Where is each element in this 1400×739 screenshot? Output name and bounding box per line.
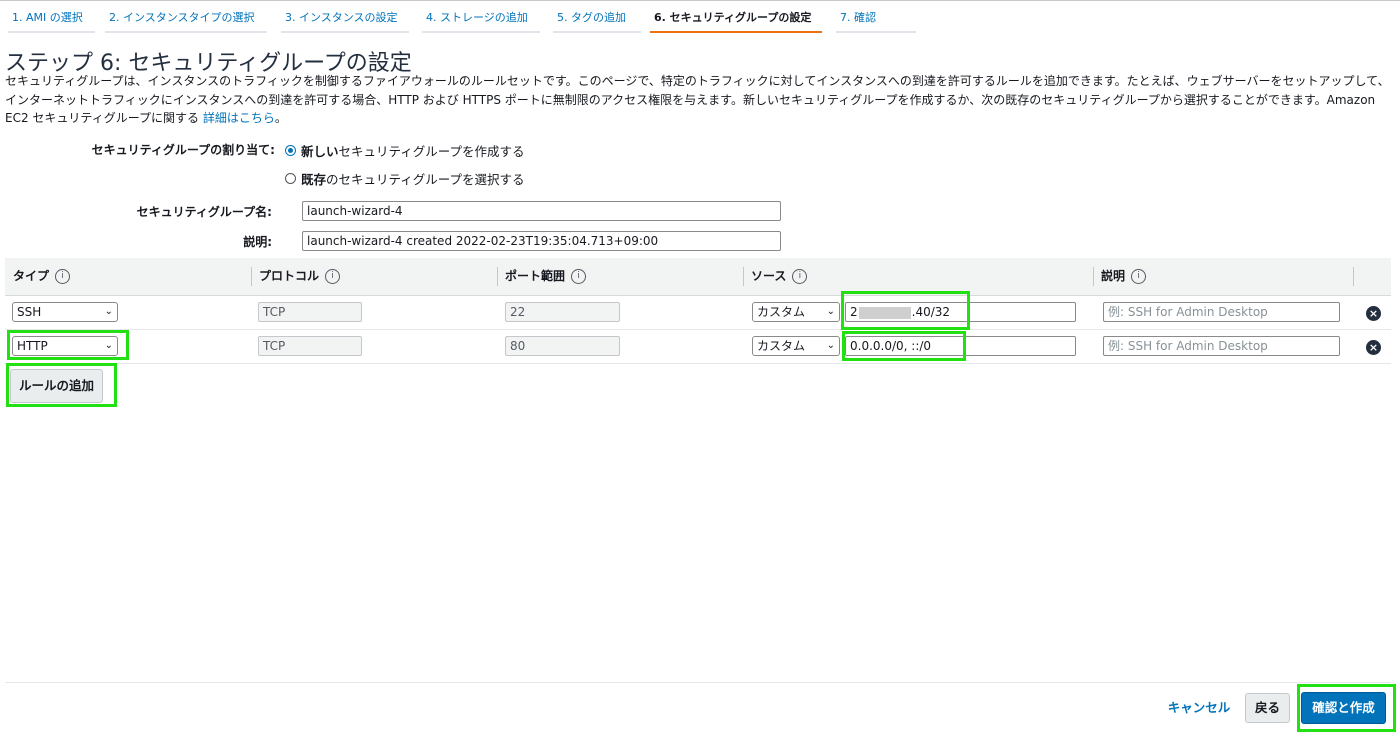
group-desc-label: 説明:: [243, 235, 272, 249]
source-suffix: .40/32: [911, 305, 951, 319]
type-select[interactable]: SSH ⌄: [12, 302, 118, 322]
type-select[interactable]: HTTP ⌄: [12, 336, 118, 356]
option-new-rest: セキュリティグループを作成する: [338, 144, 525, 159]
tab-instance-type[interactable]: 2. インスタンスタイプの選択: [105, 5, 267, 33]
table-row: SSH ⌄ TCP 22 カスタム ⌄ 2 .40/32 例: SSH for Adm…: [5, 296, 1391, 330]
column-divider: [251, 267, 252, 286]
header-type-label: タイプ: [13, 269, 50, 283]
chevron-down-icon: ⌄: [104, 340, 113, 351]
tab-ami[interactable]: 1. AMI の選択: [8, 5, 95, 33]
info-icon[interactable]: i: [792, 269, 808, 284]
back-button[interactable]: 戻る: [1245, 693, 1290, 723]
header-protocol-label: プロトコル: [259, 269, 320, 283]
chevron-down-icon: ⌄: [104, 306, 113, 317]
source-cidr-input[interactable]: 0.0.0.0/0, ::/0: [845, 336, 1076, 356]
option-new-group[interactable]: 新しい セキュリティグループを作成する: [285, 141, 525, 160]
description-end: 。: [274, 111, 287, 125]
source-select[interactable]: カスタム ⌄: [752, 336, 840, 356]
source-mode: カスタム: [757, 305, 806, 319]
rule-description-input[interactable]: 例: SSH for Admin Desktop: [1103, 302, 1340, 322]
option-existing-rest: のセキュリティグループを選択する: [326, 172, 525, 187]
header-source-label: ソース: [751, 269, 787, 283]
source-prefix: 2: [850, 305, 858, 319]
type-value: HTTP: [17, 339, 48, 353]
group-name-label: セキュリティグループ名:: [136, 205, 272, 219]
header-description-label: 説明: [1101, 269, 1126, 283]
top-border: [0, 0, 1400, 1]
option-new-bold: 新しい: [301, 144, 339, 159]
column-divider: [1353, 267, 1354, 286]
table-row: HTTP ⌄ TCP 80 カスタム ⌄ 0.0.0.0/0, ::/0 例: SS…: [5, 330, 1391, 364]
source-mode: カスタム: [757, 339, 806, 353]
remove-circle-icon[interactable]: ×: [1366, 306, 1381, 321]
option-existing-bold: 既存: [301, 172, 327, 187]
header-type: タイプ i: [5, 258, 247, 295]
column-divider: [497, 267, 498, 286]
group-desc-input[interactable]: launch-wizard-4 created 2022-02-23T19:35…: [302, 231, 781, 251]
column-divider: [1093, 267, 1094, 286]
rules-table-header: タイプ i プロトコル i ポート範囲 i ソース i 説明 i: [5, 258, 1391, 296]
info-icon[interactable]: i: [325, 269, 341, 284]
group-name-input[interactable]: launch-wizard-4: [302, 201, 781, 221]
header-description: 説明 i: [1093, 258, 1353, 295]
tab-review[interactable]: 7. 確認: [836, 5, 916, 33]
info-icon[interactable]: i: [55, 269, 71, 284]
chevron-down-icon: ⌄: [826, 340, 835, 351]
tab-instance-config[interactable]: 3. インスタンスの設定: [281, 5, 409, 33]
source-select[interactable]: カスタム ⌄: [752, 302, 840, 322]
header-actions: [1353, 258, 1391, 295]
port-field: 80: [505, 336, 620, 356]
port-field: 22: [505, 302, 620, 322]
add-rule-button[interactable]: ルールの追加: [10, 369, 103, 403]
cancel-button[interactable]: キャンセル: [1160, 698, 1238, 718]
header-source: ソース i: [743, 258, 1093, 295]
tab-tags[interactable]: 5. タグの追加: [553, 5, 641, 33]
footer-divider: [5, 682, 1391, 683]
radio-existing[interactable]: [285, 173, 296, 184]
rule-description-input[interactable]: 例: SSH for Admin Desktop: [1103, 336, 1340, 356]
header-port-label: ポート範囲: [505, 269, 566, 283]
chevron-down-icon: ⌄: [826, 306, 835, 317]
option-existing-group[interactable]: 既存 のセキュリティグループを選択する: [285, 169, 525, 188]
redacted-ip: [858, 306, 911, 319]
protocol-field: TCP: [258, 336, 362, 356]
remove-circle-icon[interactable]: ×: [1366, 340, 1381, 355]
tab-security-group[interactable]: 6. セキュリティグループの設定: [650, 5, 822, 33]
protocol-field: TCP: [258, 302, 362, 322]
source-cidr-input[interactable]: 2 .40/32: [845, 302, 1076, 322]
tab-storage[interactable]: 4. ストレージの追加: [422, 5, 540, 33]
radio-new-checked[interactable]: [285, 145, 296, 156]
assign-label: セキュリティグループの割り当て:: [91, 143, 275, 157]
info-icon[interactable]: i: [571, 269, 587, 284]
details-link[interactable]: 詳細はこちら: [203, 111, 275, 125]
page-description: セキュリティグループは、インスタンスのトラフィックを制御するファイアウォールのル…: [5, 72, 1390, 128]
wizard-tabs: 1. AMI の選択 2. インスタンスタイプの選択 3. インスタンスの設定 …: [0, 5, 1400, 33]
header-port: ポート範囲 i: [497, 258, 739, 295]
review-and-launch-button[interactable]: 確認と作成: [1301, 692, 1386, 724]
column-divider: [743, 267, 744, 286]
type-value: SSH: [17, 305, 42, 319]
info-icon[interactable]: i: [1131, 269, 1147, 284]
header-protocol: プロトコル i: [251, 258, 493, 295]
